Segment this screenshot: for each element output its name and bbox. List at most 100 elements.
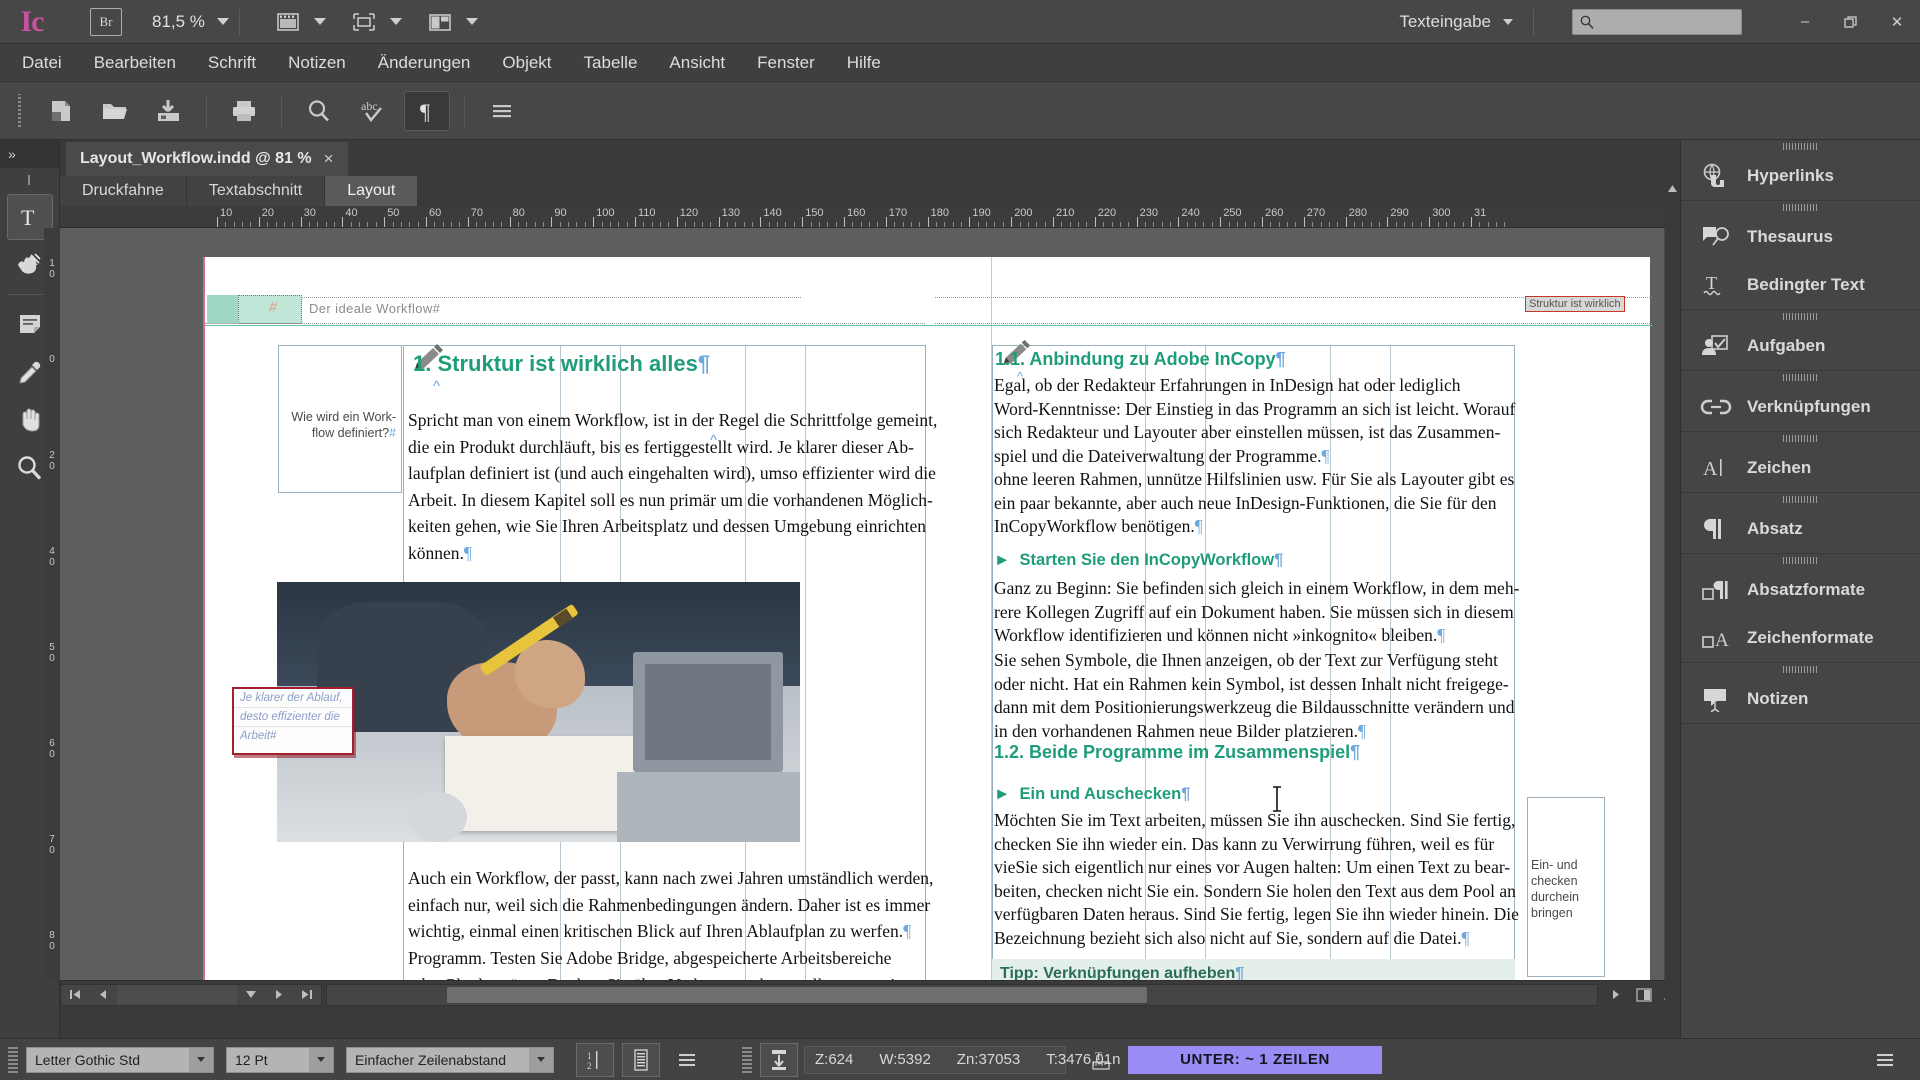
- spellcheck-icon[interactable]: abc: [350, 91, 396, 131]
- menu-schrift[interactable]: Schrift: [192, 49, 272, 77]
- save-document-icon[interactable]: [146, 91, 192, 131]
- statusbar-menu-button[interactable]: [668, 1043, 706, 1077]
- minimize-button[interactable]: –: [1782, 5, 1828, 39]
- line-spacing-select[interactable]: Einfacher Zeilenabstand: [346, 1046, 554, 1073]
- restore-button[interactable]: [1828, 5, 1874, 39]
- selected-frame-tag[interactable]: Struktur ist wirklich: [1525, 296, 1625, 312]
- panel-item-aufgaben[interactable]: Aufgaben: [1681, 322, 1920, 370]
- panel-item-zeichen[interactable]: A Zeichen: [1681, 444, 1920, 492]
- panel-item-verknuepfungen[interactable]: Verknüpfungen: [1681, 383, 1920, 431]
- horizontal-scroll-thumb[interactable]: [447, 986, 1147, 1003]
- panel-item-notizen[interactable]: Notizen: [1681, 675, 1920, 723]
- chevron-up-icon[interactable]: [1667, 184, 1678, 193]
- chevron-down-icon[interactable]: [389, 18, 402, 25]
- print-icon[interactable]: [221, 91, 267, 131]
- menu-hilfe[interactable]: Hilfe: [831, 49, 897, 77]
- screen-mode-button[interactable]: [276, 10, 326, 34]
- ruler-tick: [835, 222, 837, 227]
- horizontal-scrollbar[interactable]: [326, 983, 1598, 1006]
- panel-drag-handle[interactable]: [1681, 663, 1920, 675]
- split-view-button[interactable]: [1630, 985, 1658, 1005]
- menu-notizen[interactable]: Notizen: [272, 49, 362, 77]
- vertical-ruler-label: 80: [49, 930, 55, 952]
- line-numbering-button[interactable]: 12: [576, 1042, 614, 1077]
- menu-datei[interactable]: Datei: [6, 49, 78, 77]
- panel-item-bedingter-text[interactable]: T Bedingter Text: [1681, 261, 1920, 309]
- copyfit-toggle-button[interactable]: [760, 1042, 798, 1077]
- show-hidden-characters-icon[interactable]: ¶: [404, 90, 450, 131]
- ruler-label: 80: [512, 207, 525, 219]
- panel-drag-handle[interactable]: [1681, 371, 1920, 383]
- baseline-guide: [205, 325, 1652, 326]
- document-canvas[interactable]: # Der ideale Workflow# Struktur ist wirk…: [60, 228, 1680, 980]
- ruler-tick: [1011, 217, 1013, 227]
- sticky-note[interactable]: Je klarer der Ablauf, desto effizienter …: [232, 687, 354, 755]
- panel-drag-handle[interactable]: [1681, 432, 1920, 444]
- menu-fenster[interactable]: Fenster: [741, 49, 831, 77]
- tab-textabschnitt[interactable]: Textabschnitt: [186, 176, 326, 206]
- placed-image[interactable]: [277, 582, 800, 842]
- statusbar-drag-handle[interactable]: [8, 1046, 18, 1073]
- open-document-icon[interactable]: [92, 91, 138, 131]
- tools-collapse-button[interactable]: »: [0, 140, 59, 168]
- panel-item-thesaurus[interactable]: Thesaurus: [1681, 213, 1920, 261]
- document-tab[interactable]: Layout_Workflow.indd @ 81 % ×: [66, 142, 348, 176]
- chevron-down-icon[interactable]: [465, 18, 478, 25]
- tab-druckfahne[interactable]: Druckfahne: [60, 176, 187, 206]
- last-page-button[interactable]: [293, 985, 321, 1005]
- scroll-right-button[interactable]: [1602, 985, 1630, 1005]
- arrange-documents-button[interactable]: [428, 10, 478, 34]
- close-button[interactable]: ✕: [1874, 5, 1920, 39]
- chevron-down-icon[interactable]: [313, 18, 326, 25]
- chevron-down-icon[interactable]: [529, 1047, 553, 1072]
- panel-item-absatzformate[interactable]: Absatzformate: [1681, 566, 1920, 614]
- track-changes-button[interactable]: [622, 1042, 660, 1077]
- search-input[interactable]: [1572, 8, 1742, 35]
- copyfit-ruler-icon[interactable]: T: [1082, 1043, 1120, 1077]
- chevron-down-icon[interactable]: [309, 1047, 333, 1072]
- first-page-button[interactable]: [61, 985, 89, 1005]
- menu-objekt[interactable]: Objekt: [486, 49, 567, 77]
- next-page-button[interactable]: [265, 985, 293, 1005]
- menu-aenderungen[interactable]: Änderungen: [362, 49, 487, 77]
- new-document-icon[interactable]: [38, 91, 84, 131]
- panel-drag-handle[interactable]: [1681, 140, 1920, 152]
- preview-mode-button[interactable]: [352, 10, 402, 34]
- workspace-caret-icon[interactable]: [1503, 18, 1513, 25]
- panel-item-absatz[interactable]: Absatz: [1681, 505, 1920, 553]
- ruler-tick: [810, 222, 812, 227]
- statusbar-drag-handle-2[interactable]: [742, 1046, 752, 1073]
- tools-drag-handle[interactable]: [16, 172, 43, 188]
- menu-ansicht[interactable]: Ansicht: [653, 49, 741, 77]
- menu-bearbeiten[interactable]: Bearbeiten: [78, 49, 192, 77]
- panel-item-zeichenformate[interactable]: A Zeichenformate: [1681, 614, 1920, 662]
- panel-drag-handle[interactable]: [1681, 554, 1920, 566]
- font-family-select[interactable]: Letter Gothic Std: [26, 1046, 214, 1073]
- line-spacing-value: Einfacher Zeilenabstand: [355, 1051, 506, 1068]
- toolbar-drag-handle[interactable]: [10, 93, 28, 128]
- toolbar-menu-icon[interactable]: [479, 91, 525, 131]
- previous-page-button[interactable]: [89, 985, 117, 1005]
- font-size-select[interactable]: 12 Pt: [226, 1046, 334, 1073]
- ruler-tick: [1186, 222, 1188, 227]
- ruler-tick: [760, 217, 762, 227]
- panel-drag-handle[interactable]: [1681, 493, 1920, 505]
- workspace-selector[interactable]: Texteingabe: [1399, 12, 1491, 32]
- page-dropdown-button[interactable]: [237, 985, 265, 1005]
- zoom-dropdown-caret-icon[interactable]: [216, 18, 229, 25]
- bridge-button[interactable]: Br: [90, 7, 122, 36]
- chevron-down-icon[interactable]: [189, 1047, 213, 1072]
- panel-item-hyperlinks[interactable]: Hyperlinks: [1681, 152, 1920, 200]
- ruler-tick: [1019, 222, 1021, 227]
- panel-collapse-strip[interactable]: [1665, 140, 1680, 1038]
- close-icon[interactable]: ×: [324, 149, 334, 169]
- statusbar-overflow-menu[interactable]: [1866, 1043, 1904, 1077]
- panel-drag-handle[interactable]: [1681, 201, 1920, 213]
- tab-layout[interactable]: Layout: [325, 176, 419, 206]
- menu-tabelle[interactable]: Tabelle: [568, 49, 654, 77]
- panel-drag-handle[interactable]: [1681, 310, 1920, 322]
- vertical-ruler[interactable]: 10 0 20 40 50 60 70 80: [44, 228, 60, 980]
- search-icon[interactable]: [296, 91, 342, 131]
- page-number-field[interactable]: [117, 984, 237, 1005]
- horizontal-ruler[interactable]: 10 20 30 40 50 60 70 80 90 100 110 120 130 140 150 160 1…: [60, 206, 1680, 228]
